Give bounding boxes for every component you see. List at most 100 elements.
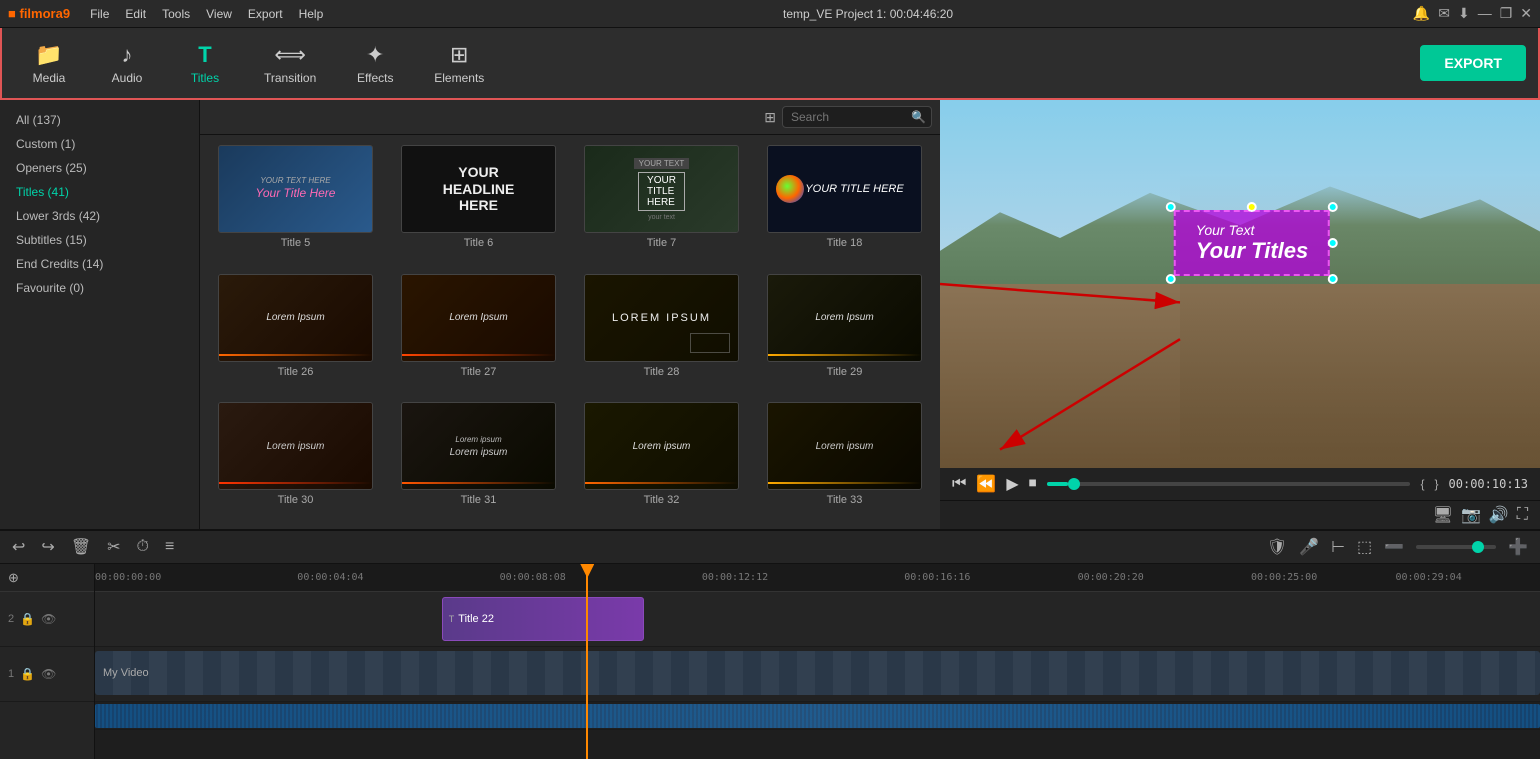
- content-panel: ⊞ 🔍 YOUR TEXT HERE Your Title Here Title: [200, 100, 940, 529]
- effects-icon: ✦: [366, 42, 384, 68]
- menu-file[interactable]: File: [90, 7, 109, 21]
- step-back-button[interactable]: ⏪: [976, 474, 996, 494]
- volume-icon[interactable]: 🔊: [1489, 505, 1509, 525]
- progress-bar[interactable]: [1047, 482, 1411, 486]
- title-card-32[interactable]: Lorem ipsum Title 32: [570, 396, 753, 525]
- track-num-2: 2: [8, 613, 14, 625]
- search-box: 🔍: [782, 106, 932, 128]
- title-label-5: Title 5: [281, 237, 311, 249]
- cut-button[interactable]: ✂: [107, 537, 120, 557]
- title-card-18[interactable]: YOUR TITLE HERE Title 18: [753, 139, 936, 268]
- fullscreen-icon[interactable]: ⛶: [1517, 505, 1528, 525]
- title-card-26[interactable]: Lorem Ipsum Title 26: [204, 268, 387, 397]
- export-button[interactable]: EXPORT: [1420, 45, 1526, 81]
- handle-bl[interactable]: [1166, 274, 1176, 284]
- add-track-button[interactable]: ⊕: [8, 570, 19, 586]
- audio-adjust-button[interactable]: ≡: [165, 538, 174, 556]
- title-card-28[interactable]: LOREM IPSUM Title 28: [570, 268, 753, 397]
- bracket-right[interactable]: }: [1435, 477, 1439, 491]
- sidebar-openers[interactable]: Openers (25): [0, 156, 199, 180]
- import-icon[interactable]: ⬚: [1357, 537, 1372, 557]
- clip-title-22[interactable]: T Title 22: [442, 597, 644, 641]
- title-card-30[interactable]: Lorem ipsum Title 30: [204, 396, 387, 525]
- title-card-31[interactable]: Lorem ipsum Lorem ipsum Title 31: [387, 396, 570, 525]
- main-area: All (137) Custom (1) Openers (25) Titles…: [0, 100, 1540, 529]
- maximize-button[interactable]: ❐: [1500, 5, 1513, 22]
- playhead[interactable]: [586, 564, 588, 759]
- grid-view-icon[interactable]: ⊞: [764, 109, 776, 126]
- title-thumb-18: YOUR TITLE HERE: [767, 145, 922, 233]
- stop-button[interactable]: ⏹: [1029, 475, 1037, 493]
- close-button[interactable]: ✕: [1520, 5, 1532, 22]
- zoom-slider[interactable]: [1416, 545, 1496, 549]
- play-button[interactable]: ▶: [1006, 474, 1018, 494]
- toolbar-titles[interactable]: T Titles: [170, 36, 240, 91]
- clip-video-1[interactable]: My Video: [95, 651, 1540, 695]
- sidebar-favourite[interactable]: Favourite (0): [0, 276, 199, 300]
- handle-tl[interactable]: [1166, 202, 1176, 212]
- track-label-1: 1 🔒 👁: [0, 647, 94, 702]
- skip-back-button[interactable]: ⏮: [952, 475, 966, 493]
- transition-icon: ⟺: [274, 42, 306, 68]
- menu-export[interactable]: Export: [248, 7, 283, 21]
- toolbar-elements[interactable]: ⊞ Elements: [418, 36, 500, 91]
- toolbar-effects[interactable]: ✦ Effects: [340, 36, 410, 91]
- camera-icon[interactable]: 📷: [1461, 505, 1481, 525]
- track-2-lock[interactable]: 🔒: [20, 612, 35, 626]
- toolbar-elements-label: Elements: [434, 71, 484, 85]
- sidebar-custom[interactable]: Custom (1): [0, 132, 199, 156]
- minimize-button[interactable]: —: [1478, 5, 1492, 22]
- preview-controls: ⏮ ⏪ ▶ ⏹ { } 00:00:10:13: [940, 468, 1540, 500]
- sidebar-lower3rds[interactable]: Lower 3rds (42): [0, 204, 199, 228]
- minus-icon[interactable]: ➖: [1384, 537, 1404, 557]
- ruler-mark-2: 00:00:08:08: [500, 572, 566, 583]
- menu-edit[interactable]: Edit: [125, 7, 146, 21]
- sidebar-titles[interactable]: Titles (41): [0, 180, 199, 204]
- plus-icon[interactable]: ➕: [1508, 537, 1528, 557]
- title-label-26: Title 26: [278, 366, 314, 378]
- delete-button[interactable]: 🗑: [71, 537, 91, 557]
- toolbar-media[interactable]: 📁 Media: [14, 36, 84, 91]
- menu-bar: File Edit Tools View Export Help: [90, 7, 323, 21]
- menu-view[interactable]: View: [206, 7, 232, 21]
- mic-icon[interactable]: 🎤: [1299, 537, 1319, 557]
- track-1-lock[interactable]: 🔒: [20, 667, 35, 681]
- menu-tools[interactable]: Tools: [162, 7, 190, 21]
- speed-button[interactable]: ⏱: [137, 538, 149, 556]
- title-label-31: Title 31: [461, 494, 497, 506]
- toolbar-audio-label: Audio: [112, 71, 143, 85]
- track-label-2: 2 🔒 👁: [0, 592, 94, 647]
- sidebar-endcredits[interactable]: End Credits (14): [0, 252, 199, 276]
- progress-dot: [1068, 478, 1080, 490]
- title-card-6[interactable]: YOURHEADLINEHERE Title 6: [387, 139, 570, 268]
- split-icon[interactable]: ⊢: [1331, 537, 1345, 557]
- audio-icon: ♪: [122, 42, 133, 68]
- toolbar-audio[interactable]: ♪ Audio: [92, 36, 162, 91]
- redo-button[interactable]: ↪: [41, 537, 54, 557]
- bracket-left[interactable]: {: [1420, 477, 1424, 491]
- track-2-eye[interactable]: 👁: [41, 612, 56, 626]
- mail-icon[interactable]: ✉: [1438, 5, 1450, 22]
- track-labels: ⊕ 2 🔒 👁 1 🔒 👁: [0, 564, 95, 759]
- ruler-mark-4: 00:00:16:16: [904, 572, 970, 583]
- sidebar-subtitles[interactable]: Subtitles (15): [0, 228, 199, 252]
- search-input[interactable]: [791, 110, 911, 124]
- title-card-7[interactable]: YOUR TEXT YOURTITLEHERE your text Title …: [570, 139, 753, 268]
- notify-icon[interactable]: 🔔: [1413, 5, 1430, 22]
- shield-icon[interactable]: 🛡: [1267, 537, 1287, 557]
- ruler-mark-5: 00:00:20:20: [1078, 572, 1144, 583]
- track-1-eye[interactable]: 👁: [41, 667, 56, 681]
- undo-button[interactable]: ↩: [12, 537, 25, 557]
- sidebar-all[interactable]: All (137): [0, 108, 199, 132]
- title-card-27[interactable]: Lorem Ipsum Title 27: [387, 268, 570, 397]
- menu-help[interactable]: Help: [299, 7, 324, 21]
- title-card-5[interactable]: YOUR TEXT HERE Your Title Here Title 5: [204, 139, 387, 268]
- title-card-33[interactable]: Lorem ipsum Title 33: [753, 396, 936, 525]
- toolbar-transition[interactable]: ⟺ Transition: [248, 36, 332, 91]
- overlay-text2: Your Titles: [1196, 238, 1308, 264]
- download-icon[interactable]: ⬇: [1458, 5, 1470, 22]
- monitor-icon[interactable]: 🖥: [1433, 505, 1453, 525]
- clip-title-22-label: Title 22: [458, 613, 494, 625]
- track-label-spacer: ⊕: [0, 564, 94, 592]
- title-card-29[interactable]: Lorem Ipsum Title 29: [753, 268, 936, 397]
